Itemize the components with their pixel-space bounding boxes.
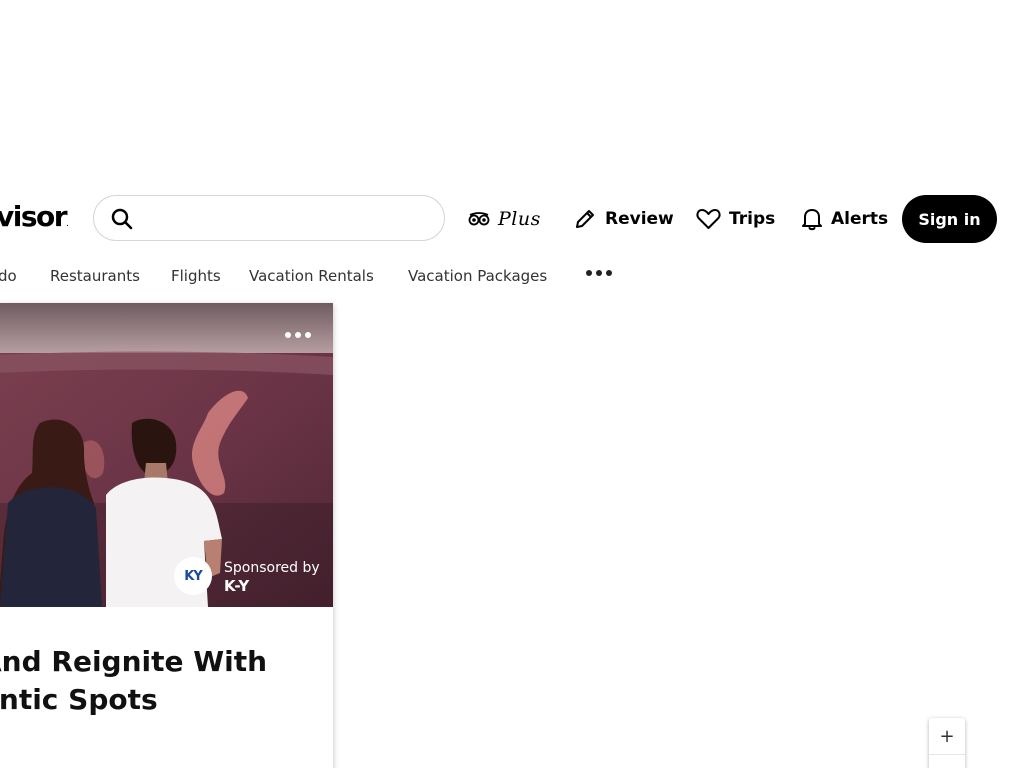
zoom-in-button[interactable]: + (929, 718, 965, 755)
review-label: Review (605, 209, 674, 229)
logo-text: visor (0, 200, 68, 233)
search-input[interactable] (93, 195, 445, 241)
card-more-dot (305, 332, 311, 338)
bell-icon (802, 209, 822, 231)
category-vacation-packages[interactable]: Vacation Packages (408, 267, 547, 285)
more-dot (606, 270, 612, 276)
card-title-line: antic Spots (0, 683, 158, 716)
pencil-icon (576, 210, 594, 228)
alerts-label: Alerts (831, 209, 889, 229)
sponsor-info: Sponsored by K-Y (224, 559, 320, 595)
card-title-line: And Reignite With (0, 645, 268, 678)
page: visor. Plus Review Trips Alerts Sign in … (0, 0, 1024, 768)
sign-in-button[interactable]: Sign in (902, 195, 997, 243)
card-title[interactable]: And Reignite With antic Spots (0, 643, 300, 719)
ky-logo: KY (174, 557, 212, 595)
card-more-dot (285, 332, 291, 338)
card-more-button[interactable] (285, 332, 311, 338)
tripadvisor-logo[interactable]: visor. (0, 200, 70, 233)
owl-icon (468, 212, 490, 226)
category-vacation-rentals[interactable]: Vacation Rentals (249, 267, 374, 285)
sponsor-by-label: Sponsored by (224, 560, 320, 576)
more-dot (596, 270, 602, 276)
trips-link[interactable]: Trips (696, 203, 775, 235)
more-categories-button[interactable] (586, 270, 612, 276)
logo-mark: . (66, 219, 69, 229)
category-things-to-do[interactable]: do (0, 267, 17, 285)
trips-label: Trips (729, 209, 776, 229)
heart-icon (696, 209, 721, 229)
sponsor-name: K-Y (224, 577, 250, 595)
card-more-dot (295, 332, 301, 338)
category-restaurants[interactable]: Restaurants (50, 267, 140, 285)
plus-label: Plus (498, 208, 541, 230)
category-flights[interactable]: Flights (171, 267, 221, 285)
review-link[interactable]: Review (573, 203, 674, 235)
map-zoom-control: + (929, 718, 965, 768)
alerts-link[interactable]: Alerts (801, 203, 888, 235)
plus-link[interactable]: Plus (468, 203, 541, 235)
sponsored-card[interactable]: KY Sponsored by K-Y And Reignite With an… (0, 303, 333, 768)
more-dot (586, 270, 592, 276)
search-icon (111, 208, 133, 230)
